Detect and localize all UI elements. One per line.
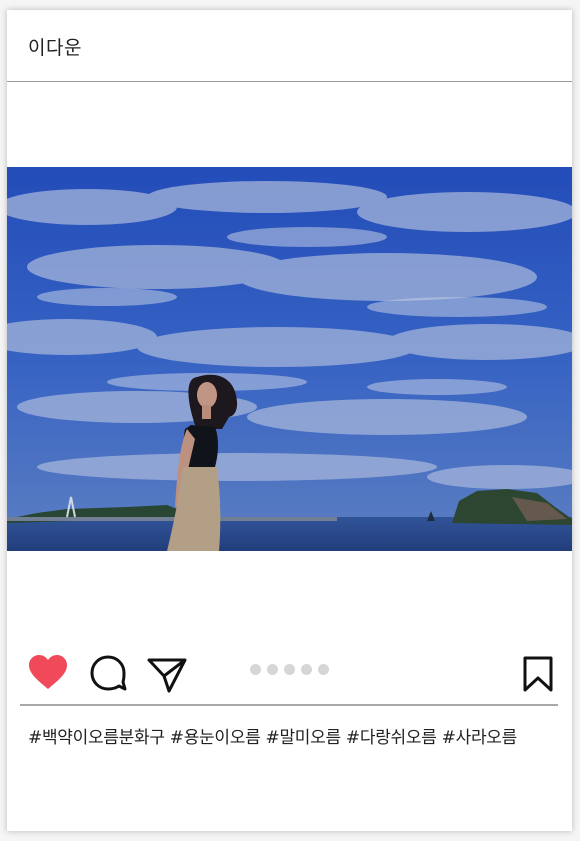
comment-icon[interactable]: [89, 654, 127, 692]
carousel-dot[interactable]: [301, 664, 312, 675]
post-header: 이다운: [7, 10, 572, 82]
share-icon[interactable]: [147, 656, 187, 694]
username[interactable]: 이다운: [28, 33, 82, 60]
photo-woman-by-sea-icon: [7, 167, 572, 551]
post-actions: [7, 650, 572, 700]
carousel-indicator: [250, 664, 329, 676]
bookmark-icon[interactable]: [522, 656, 554, 692]
carousel-dot[interactable]: [250, 664, 261, 675]
post-card: 이다운 #백약이오름분화구 #용눈이오름 #말미오름 #다랑쉬오름 #사라오름: [7, 10, 572, 831]
carousel-dot[interactable]: [284, 664, 295, 675]
carousel-dot[interactable]: [318, 664, 329, 675]
divider: [20, 704, 558, 706]
carousel-dot[interactable]: [267, 664, 278, 675]
post-photo[interactable]: [7, 167, 572, 551]
hashtags-caption[interactable]: #백약이오름분화구 #용눈이오름 #말미오름 #다랑쉬오름 #사라오름: [28, 723, 558, 748]
heart-icon[interactable]: [28, 655, 68, 691]
